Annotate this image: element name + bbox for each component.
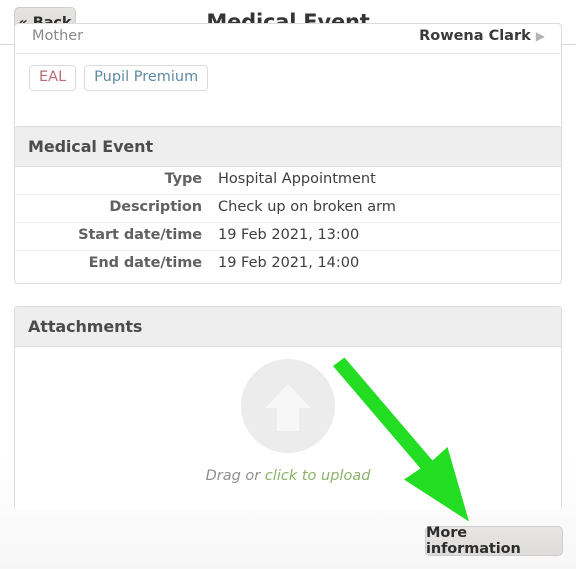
relation-label: Mother [32,28,84,44]
detail-label-type: Type [164,171,203,187]
detail-row-end-datetime: End date/time 19 Feb 2021, 14:00 [15,251,561,279]
detail-value-end-datetime: 19 Feb 2021, 14:00 [218,255,360,271]
detail-value-type: Hospital Appointment [218,171,376,187]
medical-event-panel: Medical Event Type Hospital Appointment … [14,126,562,284]
detail-label-end-datetime: End date/time [88,255,203,271]
scroll-content[interactable]: Mother Rowena Clark ▶ EAL Pupil Premium … [0,23,576,569]
medical-event-section-title: Medical Event [15,127,561,167]
relation-value: Rowena Clark [419,28,531,44]
dropzone-click-to-upload-link[interactable]: click to upload [265,468,371,484]
tag-pupil-premium[interactable]: Pupil Premium [84,65,209,91]
detail-row-start-datetime: Start date/time 19 Feb 2021, 13:00 [15,223,561,251]
student-tag-list: EAL Pupil Premium [15,54,561,91]
more-information-button[interactable]: More information [425,525,563,557]
dropzone-drag-text: Drag or [205,468,265,484]
detail-row-description: Description Check up on broken arm [15,195,561,223]
relation-row[interactable]: Mother Rowena Clark ▶ [15,24,561,54]
upload-arrow-glyph [265,384,311,431]
chevron-right-icon: ▶ [535,29,545,43]
detail-value-start-datetime: 19 Feb 2021, 13:00 [218,227,360,243]
dropzone-text: Drag or click to upload [15,468,561,484]
detail-value-description: Check up on broken arm [218,199,396,215]
upload-arrow-icon [241,359,335,453]
attachments-panel: Attachments Drag or click to upload [14,306,562,510]
tag-eal[interactable]: EAL [29,65,77,91]
app-root: Medical Event « Back Mother Rowena Clark… [0,0,576,569]
detail-label-start-datetime: Start date/time [78,227,202,243]
attachments-section-title: Attachments [15,307,561,347]
detail-row-type: Type Hospital Appointment [15,167,561,195]
file-dropzone[interactable]: Drag or click to upload [15,347,561,510]
detail-label-description: Description [109,199,202,215]
relation-value-wrap[interactable]: Rowena Clark ▶ [419,28,545,44]
